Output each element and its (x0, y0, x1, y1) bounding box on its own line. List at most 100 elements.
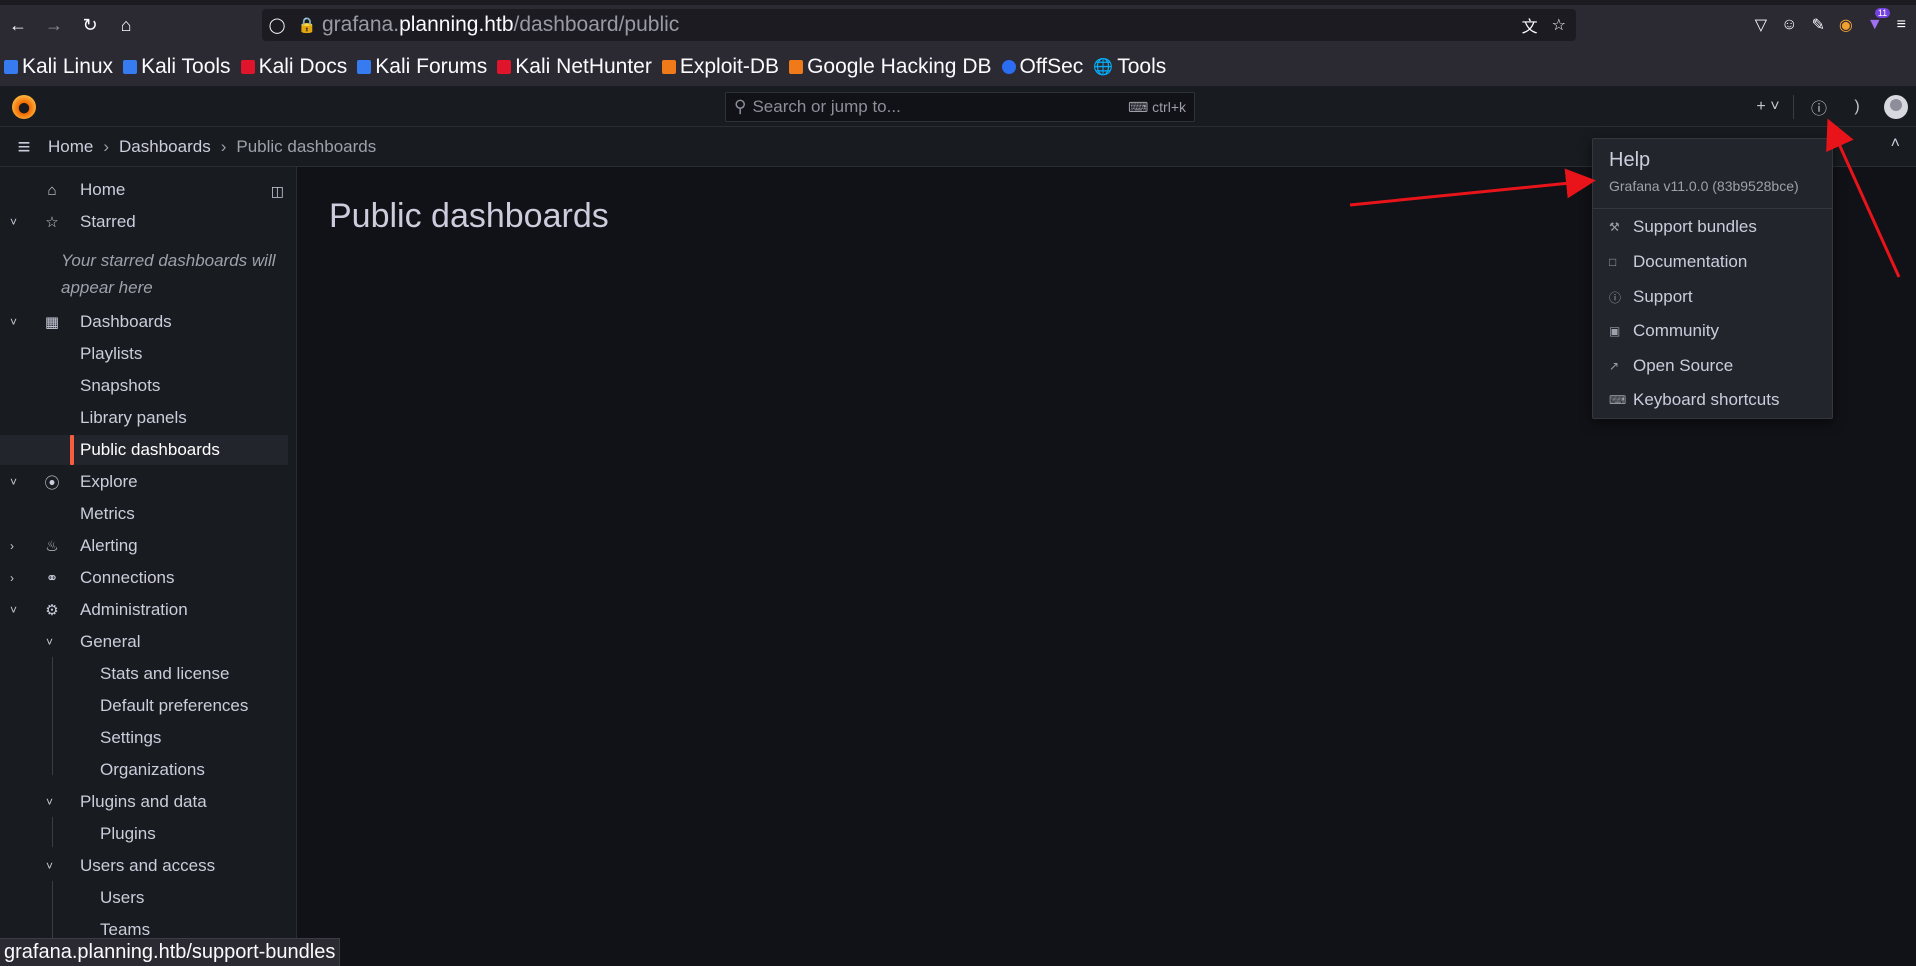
breadcrumb-dashboards[interactable]: Dashboards (119, 137, 211, 157)
chevron-right-icon[interactable]: › (10, 539, 14, 553)
chevron-up-icon[interactable]: ˄ (1891, 135, 1900, 153)
bookmark-label: Kali Docs (258, 55, 348, 78)
news-rss-icon[interactable]: ) (1838, 98, 1876, 116)
extensions-icon[interactable]: ✎ (1811, 15, 1824, 35)
sidebar-item-users[interactable]: Users (0, 883, 288, 913)
menu-item-community[interactable]: ▣ Community (1609, 318, 1719, 344)
bookmark-tools[interactable]: 🌐 Tools (1089, 55, 1172, 79)
sidebar-item-dashboards[interactable]: ˅ ▦ Dashboards (0, 307, 288, 337)
home-icon[interactable]: ⌂ (108, 7, 144, 43)
url-host: planning.htb (399, 13, 514, 36)
extension-badge: 11 (1874, 8, 1891, 18)
menu-item-label: Support bundles (1633, 217, 1757, 236)
sidebar-item-default-preferences[interactable]: Default preferences (0, 691, 288, 721)
url-bar[interactable]: ◯ 🔒 grafana. planning.htb/dashboard/publi… (262, 9, 1576, 41)
bookmark-star-icon[interactable]: ☆ (1552, 15, 1566, 35)
sidebar-item-general[interactable]: ˅ General (0, 627, 288, 657)
external-link-icon: ↗ (1609, 359, 1620, 373)
compass-icon: ⦿ (44, 474, 60, 492)
globe-icon: 🌐 (1093, 59, 1114, 76)
shield-icon[interactable]: ◯ (262, 16, 292, 34)
nethunter-icon (497, 60, 512, 74)
menu-item-label: Open Source (1633, 356, 1734, 375)
sidebar-item-label: Alerting (80, 536, 138, 555)
account-icon[interactable]: ☺ (1781, 16, 1797, 34)
menu-item-open-source[interactable]: ↗ Open Source (1609, 353, 1733, 379)
starred-empty-note: Your starred dashboards will appear here (61, 251, 276, 297)
fox-extension-icon[interactable]: ◉ (1839, 15, 1853, 35)
search-placeholder: Search or jump to... (752, 97, 901, 116)
bookmark-kali-forums[interactable]: Kali Forums (353, 55, 493, 79)
help-menu-title: Help (1609, 149, 1651, 171)
chevron-right-icon[interactable]: › (10, 571, 14, 585)
sidebar-item-snapshots[interactable]: Snapshots (0, 371, 288, 401)
bookmark-google-hacking-db[interactable]: Google Hacking DB (785, 55, 997, 79)
sidebar-item-users-access[interactable]: ˅ Users and access (0, 851, 288, 881)
chevron-down-icon[interactable]: ˅ (46, 859, 53, 873)
sidebar-item-label: Plugins and data (80, 792, 207, 811)
badge-extension-icon[interactable]: ▼ 11 (1867, 8, 1891, 34)
menu-item-label: Community (1633, 321, 1719, 340)
sidebar-item-label: Explore (80, 472, 138, 491)
pocket-icon[interactable]: ▽ (1755, 15, 1767, 35)
sidebar-item-label: Dashboards (80, 312, 172, 331)
sidebar-item-starred[interactable]: ˅ ☆ Starred (0, 207, 288, 237)
sidebar-item-alerting[interactable]: › ♨ Alerting (0, 531, 288, 561)
chevron-down-icon[interactable]: ˅ (46, 795, 53, 809)
sidebar-item-public-dashboards[interactable]: Public dashboards (0, 435, 288, 465)
avatar[interactable] (1884, 94, 1908, 119)
menu-item-support-bundles[interactable]: ⚒ Support bundles (1609, 214, 1757, 240)
menu-item-support[interactable]: ⓘ Support (1609, 284, 1693, 310)
bookmark-kali-nethunter[interactable]: Kali NetHunter (493, 55, 658, 79)
bell-icon: ♨ (45, 538, 59, 555)
menu-item-keyboard-shortcuts[interactable]: ⌨ Keyboard shortcuts (1609, 387, 1779, 413)
grid-icon: ▦ (44, 314, 60, 331)
sidebar-item-label: Teams (100, 920, 151, 939)
forward-icon[interactable]: → (36, 7, 72, 43)
bookmark-label: Kali Linux (22, 55, 114, 78)
chevron-down-icon[interactable]: ˅ (10, 603, 17, 617)
menu-item-label: Support (1633, 287, 1693, 306)
bookmark-offsec[interactable]: OffSec (998, 55, 1090, 79)
sidebar-item-label: Plugins (100, 824, 156, 843)
sidebar-item-stats-license[interactable]: Stats and license (0, 659, 288, 689)
translate-icon[interactable]: 文 (1522, 13, 1538, 37)
search-input[interactable]: ⚲ Search or jump to... ⌨ ctrl+k (725, 92, 1195, 122)
sidebar-item-organizations[interactable]: Organizations (0, 755, 288, 785)
sidebar-item-metrics[interactable]: Metrics (0, 499, 288, 529)
breadcrumb-home[interactable]: Home (48, 137, 93, 157)
kali-forums-icon (357, 60, 372, 74)
sidebar-item-playlists[interactable]: Playlists (0, 339, 288, 369)
sidebar-item-administration[interactable]: ˅ ⚙ Administration (0, 595, 288, 625)
search-icon: ⚲ (734, 97, 747, 116)
wrench-icon: ⚒ (1609, 220, 1620, 234)
app-menu-icon[interactable]: ≡ (1897, 16, 1906, 34)
new-menu-button[interactable]: + ˅ (1749, 98, 1787, 116)
sidebar-item-settings[interactable]: Settings (0, 723, 288, 753)
grafana-logo-icon[interactable] (12, 95, 36, 119)
chevron-down-icon[interactable]: ˅ (10, 315, 17, 329)
sidebar-item-connections[interactable]: › ⚭ Connections (0, 563, 288, 593)
breadcrumb-current: Public dashboards (236, 136, 377, 156)
chevron-down-icon[interactable]: ˅ (10, 475, 17, 489)
chevron-down-icon[interactable]: ˅ (46, 635, 53, 649)
bookmark-label: Kali NetHunter (515, 55, 652, 78)
sidebar-item-plugins-data[interactable]: ˅ Plugins and data (0, 787, 288, 817)
lock-icon[interactable]: 🔒 (292, 16, 322, 34)
menu-item-documentation[interactable]: □ Documentation (1609, 249, 1747, 275)
sidebar-item-home[interactable]: ⌂ Home (0, 175, 288, 205)
sidebar-item-library-panels[interactable]: Library panels (0, 403, 288, 433)
sidebar-item-explore[interactable]: ˅ ⦿ Explore (0, 467, 288, 497)
bookmark-exploit-db[interactable]: Exploit-DB (658, 55, 785, 79)
home-icon: ⌂ (47, 181, 57, 199)
bookmark-kali-linux[interactable]: Kali Linux (0, 55, 119, 79)
back-icon[interactable]: ← (0, 7, 36, 43)
bookmark-kali-tools[interactable]: Kali Tools (119, 55, 237, 79)
gear-icon: ⚙ (45, 602, 59, 619)
reload-icon[interactable]: ↻ (72, 7, 108, 43)
help-icon[interactable]: ⓘ (1800, 95, 1838, 119)
bookmark-kali-docs[interactable]: Kali Docs (237, 55, 354, 79)
sidebar-item-plugins[interactable]: Plugins (0, 819, 288, 849)
chevron-down-icon[interactable]: ˅ (10, 215, 17, 229)
menu-toggle-icon[interactable]: ≡ (0, 134, 48, 160)
